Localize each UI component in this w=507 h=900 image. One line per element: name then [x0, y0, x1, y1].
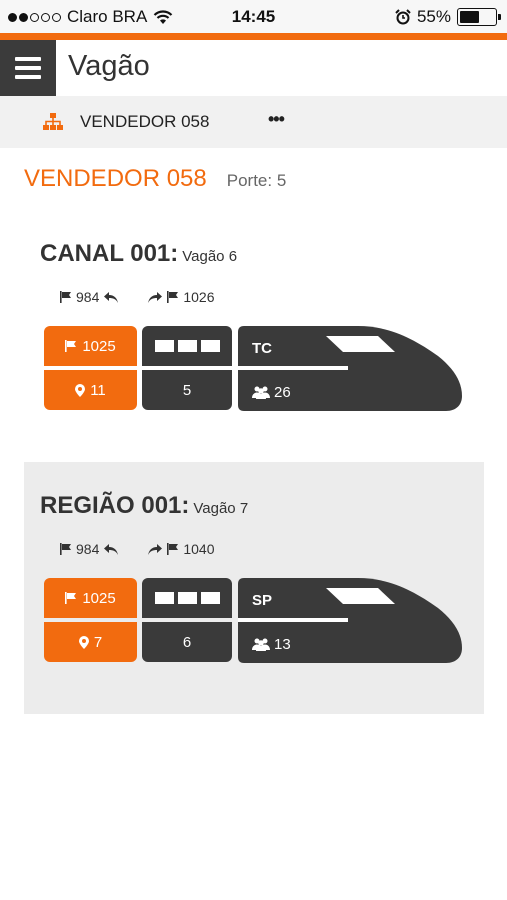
segment-count-box: 6 [142, 622, 232, 662]
hierarchy-icon [43, 113, 63, 130]
map-pin-icon [75, 383, 86, 397]
flag-icon [65, 592, 77, 604]
flag-icon [65, 340, 77, 352]
map-pin-icon [78, 635, 89, 649]
locomotive-code: SP [252, 592, 273, 609]
menu-icon [15, 57, 41, 61]
selected-seller[interactable]: VENDEDOR 058 [80, 112, 209, 132]
wagon-number: Vagão 7 [193, 500, 249, 517]
port-in: 984 [76, 541, 100, 557]
flag-icon [60, 291, 71, 303]
port-in: 984 [76, 289, 100, 305]
segment-count: 6 [182, 633, 192, 651]
port-range: 984 1040 [60, 541, 215, 557]
wagon-title: CANAL 001: Vagão 6 [40, 240, 237, 268]
segments-box [142, 326, 232, 366]
port-out: 1040 [183, 541, 215, 557]
wagon-segments-icon [154, 592, 220, 604]
battery-icon [457, 8, 501, 26]
battery-percent: 55% [416, 7, 451, 26]
menu-button[interactable] [0, 40, 56, 96]
accent-bar [0, 33, 507, 40]
battery-level [460, 11, 479, 23]
segment-count-box: 5 [142, 370, 232, 410]
seller-header: VENDEDOR 058 Porte: 5 [24, 165, 286, 193]
passenger-value: 13 [274, 636, 291, 653]
segment-count: 5 [182, 381, 192, 399]
alarm-icon [395, 9, 411, 25]
wagon-segments-icon [154, 340, 220, 352]
flag-value-box: 1025 [44, 578, 137, 618]
seller-title: VENDEDOR 058 [24, 165, 207, 192]
status-bar: Claro BRA 14:45 55% [0, 0, 507, 33]
flag-icon [167, 543, 179, 555]
flag-value: 1025 [82, 589, 116, 607]
location-box: 7 [44, 622, 137, 662]
wagon-name: REGIÃO 001: [40, 492, 190, 519]
port-range: 984 1026 [60, 289, 215, 305]
app-bar: Vagão [0, 40, 507, 96]
forward-arrow-icon [148, 291, 163, 303]
wagon-number: Vagão 6 [182, 248, 238, 265]
location-value: 11 [90, 381, 106, 399]
passenger-count: 13 [252, 636, 291, 653]
flag-icon [60, 543, 71, 555]
seller-selector-bar[interactable]: VENDEDOR 058 ••• [0, 96, 507, 148]
wagon-name: CANAL 001: [40, 240, 179, 267]
location-box: 11 [44, 370, 137, 410]
people-icon [252, 386, 270, 399]
passenger-value: 26 [274, 384, 291, 401]
location-value: 7 [93, 633, 103, 651]
more-options-button[interactable]: ••• [268, 109, 285, 130]
segments-box [142, 578, 232, 618]
reply-arrow-icon [104, 543, 119, 555]
reply-arrow-icon [104, 291, 119, 303]
flag-value-box: 1025 [44, 326, 137, 366]
people-icon [252, 638, 270, 651]
wagon-title: REGIÃO 001: Vagão 7 [40, 492, 248, 520]
port-out: 1026 [183, 289, 215, 305]
flag-value: 1025 [82, 337, 116, 355]
page-title: Vagão [68, 50, 150, 82]
locomotive-code: TC [252, 340, 272, 357]
porte-label: Porte: 5 [226, 171, 287, 190]
passenger-count: 26 [252, 384, 291, 401]
wagon-card[interactable]: REGIÃO 001: Vagão 7 984 1040 1025 7 6 SP [24, 462, 484, 714]
flag-icon [167, 291, 179, 303]
wagon-card[interactable]: CANAL 001: Vagão 6 984 1026 1025 11 5 TC [24, 210, 484, 462]
forward-arrow-icon [148, 543, 163, 555]
